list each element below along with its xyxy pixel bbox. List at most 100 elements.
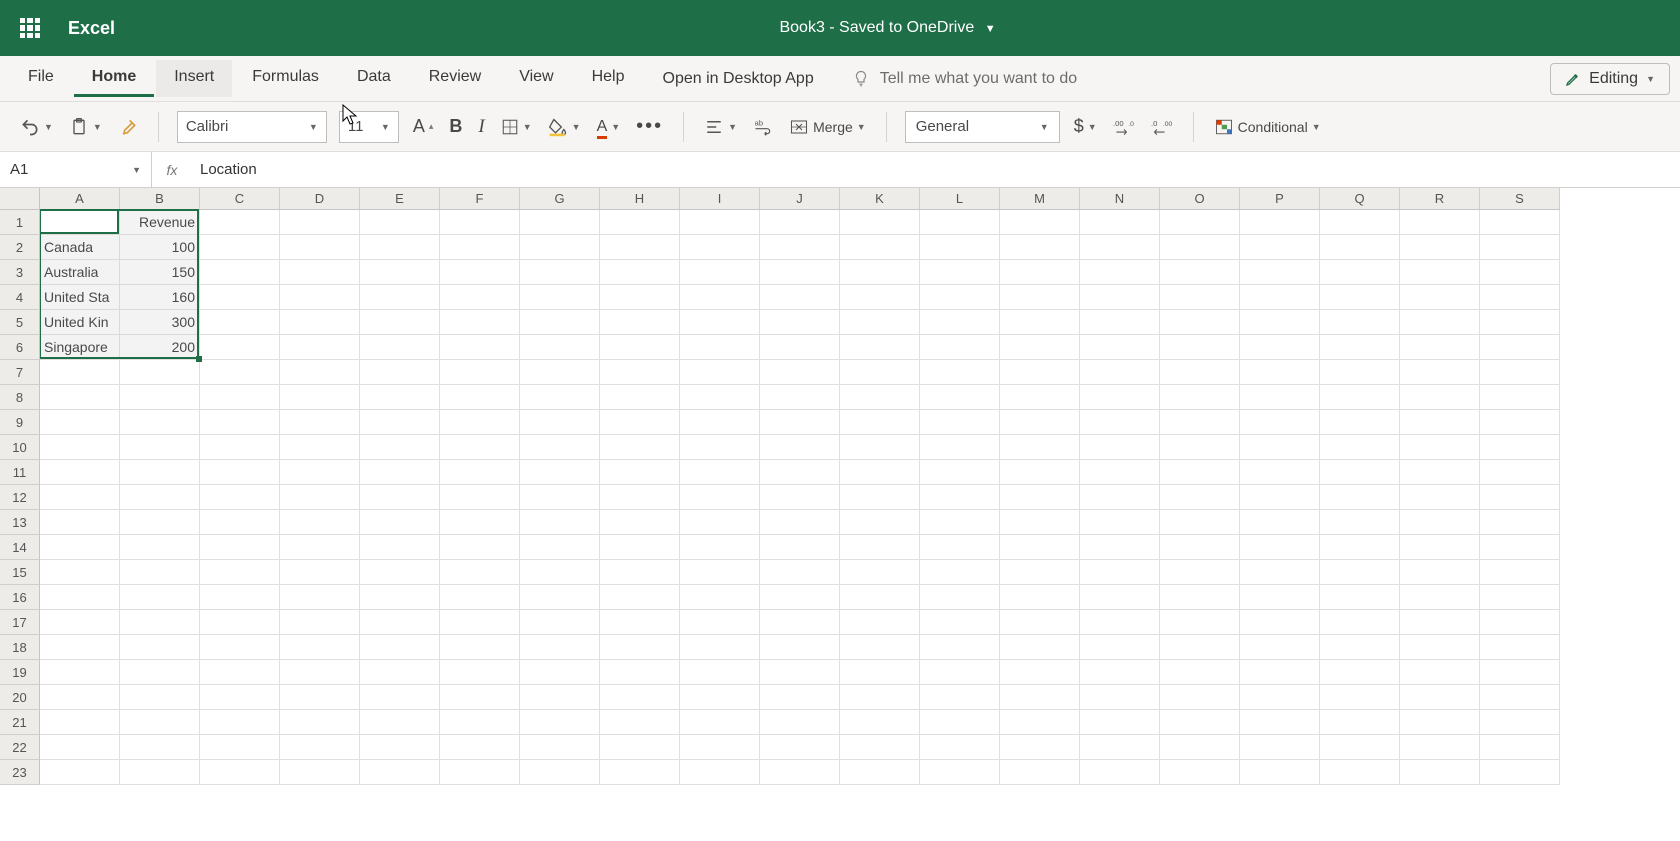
cell-I1[interactable] [680,210,760,235]
cell-A5[interactable]: United Kin [40,310,120,335]
cell-S18[interactable] [1480,635,1560,660]
cell-C22[interactable] [200,735,280,760]
cell-Q16[interactable] [1320,585,1400,610]
cell-S20[interactable] [1480,685,1560,710]
cell-J15[interactable] [760,560,840,585]
cell-G6[interactable] [520,335,600,360]
cell-N2[interactable] [1080,235,1160,260]
cell-O11[interactable] [1160,460,1240,485]
cell-C15[interactable] [200,560,280,585]
cell-P9[interactable] [1240,410,1320,435]
cell-L17[interactable] [920,610,1000,635]
cell-E8[interactable] [360,385,440,410]
cell-I13[interactable] [680,510,760,535]
cell-J11[interactable] [760,460,840,485]
cell-O8[interactable] [1160,385,1240,410]
column-header-L[interactable]: L [920,188,1000,210]
cell-Q14[interactable] [1320,535,1400,560]
cell-Q10[interactable] [1320,435,1400,460]
cell-F13[interactable] [440,510,520,535]
cell-B21[interactable] [120,710,200,735]
cell-C5[interactable] [200,310,280,335]
cell-C1[interactable] [200,210,280,235]
row-header-16[interactable]: 16 [0,585,40,610]
cell-J4[interactable] [760,285,840,310]
cell-E15[interactable] [360,560,440,585]
cell-F16[interactable] [440,585,520,610]
cell-P18[interactable] [1240,635,1320,660]
cell-Q9[interactable] [1320,410,1400,435]
row-header-5[interactable]: 5 [0,310,40,335]
cell-J13[interactable] [760,510,840,535]
cell-O17[interactable] [1160,610,1240,635]
cell-E1[interactable] [360,210,440,235]
column-header-D[interactable]: D [280,188,360,210]
cell-G23[interactable] [520,760,600,785]
cell-G18[interactable] [520,635,600,660]
cell-C23[interactable] [200,760,280,785]
cell-S3[interactable] [1480,260,1560,285]
cell-O6[interactable] [1160,335,1240,360]
cell-S8[interactable] [1480,385,1560,410]
cell-R13[interactable] [1400,510,1480,535]
borders-button[interactable]: ▼ [499,114,534,140]
cell-G13[interactable] [520,510,600,535]
cell-D13[interactable] [280,510,360,535]
cell-J19[interactable] [760,660,840,685]
cell-M13[interactable] [1000,510,1080,535]
cell-K22[interactable] [840,735,920,760]
document-title[interactable]: Book3 - Saved to OneDrive ▼ [115,19,1660,37]
cell-M23[interactable] [1000,760,1080,785]
app-launcher-icon[interactable] [20,18,40,38]
cell-C13[interactable] [200,510,280,535]
font-name-select[interactable]: Calibri ▼ [177,111,327,143]
cell-L6[interactable] [920,335,1000,360]
cell-J1[interactable] [760,210,840,235]
cell-R19[interactable] [1400,660,1480,685]
cell-O3[interactable] [1160,260,1240,285]
cell-H4[interactable] [600,285,680,310]
cell-N11[interactable] [1080,460,1160,485]
cell-E11[interactable] [360,460,440,485]
cell-H1[interactable] [600,210,680,235]
cell-C21[interactable] [200,710,280,735]
cell-E20[interactable] [360,685,440,710]
cell-I8[interactable] [680,385,760,410]
cell-C17[interactable] [200,610,280,635]
cell-S7[interactable] [1480,360,1560,385]
cell-L18[interactable] [920,635,1000,660]
cell-A4[interactable]: United Sta [40,285,120,310]
cell-L13[interactable] [920,510,1000,535]
cell-N21[interactable] [1080,710,1160,735]
cell-D18[interactable] [280,635,360,660]
cell-O23[interactable] [1160,760,1240,785]
row-header-13[interactable]: 13 [0,510,40,535]
cell-H14[interactable] [600,535,680,560]
cell-F23[interactable] [440,760,520,785]
cell-O12[interactable] [1160,485,1240,510]
cell-N8[interactable] [1080,385,1160,410]
row-header-10[interactable]: 10 [0,435,40,460]
cell-B23[interactable] [120,760,200,785]
grow-font-button[interactable]: A▴ [411,112,436,141]
cell-L9[interactable] [920,410,1000,435]
cell-H9[interactable] [600,410,680,435]
cell-E10[interactable] [360,435,440,460]
row-header-1[interactable]: 1 [0,210,40,235]
cell-A7[interactable] [40,360,120,385]
cell-E3[interactable] [360,260,440,285]
cell-H3[interactable] [600,260,680,285]
cell-H8[interactable] [600,385,680,410]
row-header-8[interactable]: 8 [0,385,40,410]
cell-M2[interactable] [1000,235,1080,260]
cell-B11[interactable] [120,460,200,485]
cell-A2[interactable]: Canada [40,235,120,260]
column-header-R[interactable]: R [1400,188,1480,210]
cell-B10[interactable] [120,435,200,460]
cell-L22[interactable] [920,735,1000,760]
cell-R23[interactable] [1400,760,1480,785]
tab-formulas[interactable]: Formulas [234,60,337,97]
cell-H20[interactable] [600,685,680,710]
cell-O21[interactable] [1160,710,1240,735]
cell-O15[interactable] [1160,560,1240,585]
